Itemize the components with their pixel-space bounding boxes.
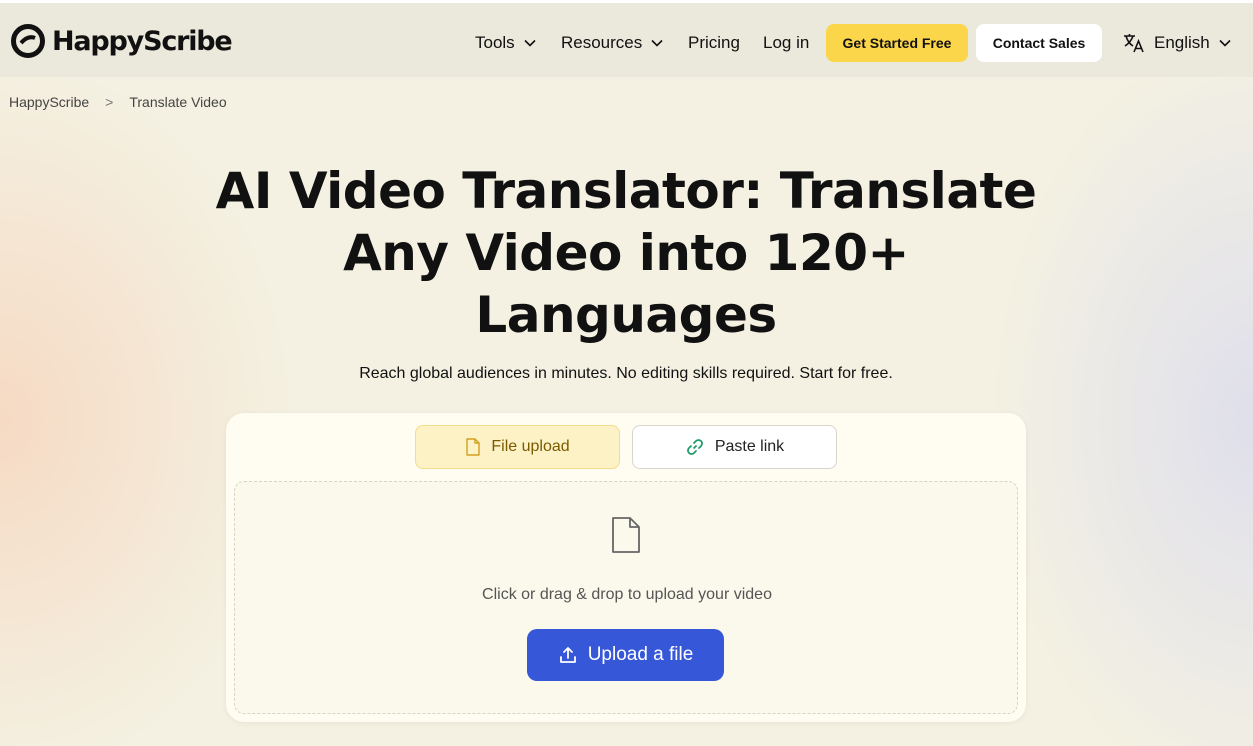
- dropzone-instructions: Click or drag & drop to upload your vide…: [482, 586, 772, 603]
- upload-file-label: Upload a file: [587, 644, 694, 665]
- breadcrumb-home-link[interactable]: HappyScribe: [9, 94, 89, 110]
- happyscribe-logo-icon: [11, 24, 45, 58]
- page-title: AI Video Translator: Translate Any Video…: [176, 160, 1076, 346]
- nav-resources-label: Resources: [561, 33, 643, 52]
- file-dropzone[interactable]: Click or drag & drop to upload your vide…: [234, 481, 1018, 714]
- happyscribe-logo[interactable]: HappyScribe: [10, 23, 233, 59]
- brand-name: HappyScribe: [52, 25, 233, 57]
- get-started-free-button[interactable]: Get Started Free: [826, 24, 968, 62]
- language-label: English: [1154, 33, 1210, 52]
- chevron-down-icon: [651, 39, 663, 47]
- tab-file-upload[interactable]: File upload: [415, 425, 620, 469]
- nav-tools[interactable]: Tools: [475, 31, 537, 55]
- nav-tools-label: Tools: [475, 33, 515, 52]
- nav-pricing-label: Pricing: [688, 33, 740, 52]
- contact-sales-button[interactable]: Contact Sales: [976, 24, 1102, 62]
- nav-login-label: Log in: [763, 33, 810, 52]
- tab-paste-link-label: Paste link: [714, 438, 785, 455]
- top-navigation-bar: HappyScribe Tools Resources Pricing Log …: [0, 0, 1253, 77]
- chevron-down-icon: [1219, 39, 1231, 47]
- breadcrumb: HappyScribe > Translate Video: [9, 94, 227, 110]
- tab-file-upload-label: File upload: [491, 438, 570, 455]
- language-selector[interactable]: English: [1122, 30, 1232, 56]
- upload-card: File upload Paste link Click or drag & d…: [226, 413, 1026, 722]
- tab-paste-link[interactable]: Paste link: [632, 425, 837, 469]
- breadcrumb-current: Translate Video: [129, 94, 227, 110]
- nav-login[interactable]: Log in: [763, 31, 809, 55]
- file-icon: [466, 438, 481, 456]
- nav-resources[interactable]: Resources: [561, 31, 664, 55]
- document-icon: [612, 517, 640, 553]
- title-line-3: Languages: [475, 286, 777, 344]
- title-line-1: AI Video Translator: Translate: [215, 162, 1037, 220]
- upload-icon: [559, 647, 576, 663]
- upload-file-button[interactable]: Upload a file: [527, 629, 724, 681]
- chevron-down-icon: [524, 39, 536, 47]
- page-subtitle: Reach global audiences in minutes. No ed…: [359, 365, 893, 382]
- nav-pricing[interactable]: Pricing: [688, 31, 740, 55]
- title-line-2: Any Video into 120+: [343, 224, 909, 282]
- translate-icon: [1124, 34, 1144, 53]
- link-icon: [686, 439, 703, 455]
- breadcrumb-separator: >: [105, 94, 114, 110]
